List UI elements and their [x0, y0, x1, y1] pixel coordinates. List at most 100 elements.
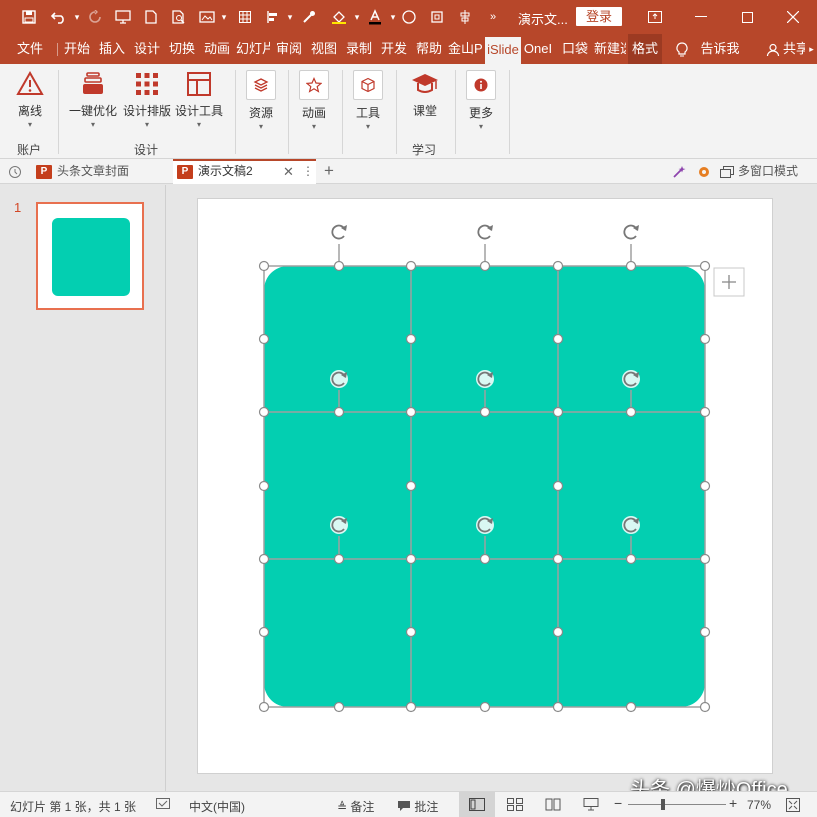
folder-dropdown-icon[interactable]: ▾: [213, 7, 235, 27]
grid-icon[interactable]: [234, 7, 256, 27]
slideshow-view-icon[interactable]: [583, 798, 599, 814]
tab-kingsoft[interactable]: 金山P: [448, 34, 482, 64]
present-icon[interactable]: [112, 7, 134, 27]
slide-sorter-icon[interactable]: [507, 798, 523, 814]
chevron-down-icon: ▾: [90, 120, 95, 129]
slide-thumbnail-pane: 1: [0, 185, 166, 791]
language-indicator[interactable]: 中文(中国): [189, 798, 245, 815]
tab-help[interactable]: 帮助: [413, 34, 445, 64]
ribbon-divider: [58, 70, 59, 154]
slide-canvas[interactable]: [197, 198, 773, 774]
tab-insert[interactable]: 插入: [96, 34, 128, 64]
zoom-level[interactable]: 77%: [747, 798, 771, 812]
zoom-slider-thumb[interactable]: [661, 799, 665, 810]
ribbon-tabs: 文件 开始 插入 设计 切换 动画 幻灯片 审阅 视图 录制 开发 帮助 金山P…: [0, 34, 817, 64]
document-tabs: P 头条文章封面 P 演示文稿2 ✕ ⋮ + 多窗口模式: [0, 159, 817, 184]
login-button[interactable]: 登录: [576, 7, 622, 26]
spellcheck-icon[interactable]: [156, 798, 170, 814]
ribbon-display-icon[interactable]: [640, 6, 670, 28]
tab-new-group[interactable]: 新建选: [594, 34, 626, 64]
share-button[interactable]: 共享: [783, 34, 805, 64]
more-commands-icon[interactable]: »: [482, 7, 504, 27]
save-icon[interactable]: [18, 7, 40, 27]
design-tools-label: 设计工具: [174, 104, 223, 118]
distribute-icon[interactable]: [454, 7, 476, 27]
tools-button[interactable]: 工具 ▾: [351, 70, 385, 131]
print-preview-icon[interactable]: [168, 7, 190, 27]
new-tab-icon[interactable]: +: [318, 159, 340, 184]
eyedropper-icon[interactable]: [298, 7, 320, 27]
one-click-optimize-button[interactable]: 一键优化 ▾: [66, 70, 120, 129]
status-bar: 幻灯片 第 1 张，共 1 张 中文(中国) ≜ 备注 批注 − + 77%: [0, 791, 817, 817]
tabs-scroll-right-icon[interactable]: ▸: [806, 34, 817, 64]
tell-me-search[interactable]: 告诉我: [696, 34, 744, 64]
resources-button[interactable]: 资源 ▾: [244, 70, 278, 131]
close-icon[interactable]: [778, 6, 808, 28]
tab-record[interactable]: 录制: [343, 34, 375, 64]
group-label-account: 账户: [17, 143, 42, 157]
group-label-learning: 学习: [412, 143, 437, 157]
windows-icon: [720, 165, 734, 178]
comments-label: 批注: [414, 800, 439, 814]
zoom-slider-track[interactable]: [628, 804, 726, 805]
tab-view[interactable]: 视图: [308, 34, 340, 64]
group-label-design: 设计: [134, 143, 159, 157]
tab-file[interactable]: 文件: [8, 34, 52, 64]
magic-wand-icon[interactable]: [666, 159, 692, 184]
multi-window-button[interactable]: 多窗口模式: [720, 159, 816, 184]
chevron-down-icon: ▾: [27, 120, 32, 129]
offline-button[interactable]: 离线 ▾: [10, 70, 50, 129]
settings-gear-icon[interactable]: [694, 159, 714, 184]
minimize-icon[interactable]: [686, 6, 716, 28]
tab-developer[interactable]: 开发: [378, 34, 410, 64]
tab-design[interactable]: 设计: [131, 34, 163, 64]
info-icon: [466, 70, 496, 100]
notes-label: 备注: [350, 800, 375, 814]
comments-button[interactable]: 批注: [397, 798, 438, 815]
ribbon-divider: [342, 70, 343, 154]
redo-icon[interactable]: [84, 7, 106, 27]
close-tab-icon[interactable]: ✕: [283, 161, 294, 182]
tab-onenote[interactable]: OneI: [522, 34, 554, 64]
zoom-out-button[interactable]: −: [614, 795, 622, 811]
ribbon-divider: [288, 70, 289, 154]
stack-icon: [246, 70, 276, 100]
circle-shape-icon[interactable]: [398, 7, 420, 27]
design-layout-label: 设计排版: [122, 104, 171, 118]
tab-format[interactable]: 格式: [628, 34, 662, 64]
tab-transitions[interactable]: 切换: [166, 34, 198, 64]
tab-animations[interactable]: 动画: [201, 34, 233, 64]
multi-window-label: 多窗口模式: [738, 164, 799, 178]
design-layout-button[interactable]: 设计排版 ▾: [122, 70, 172, 129]
tab-pocket[interactable]: 口袋: [559, 34, 591, 64]
zoom-in-button[interactable]: +: [729, 795, 737, 811]
person-icon[interactable]: [764, 34, 782, 64]
window-title: 演示文...: [518, 12, 568, 27]
design-tools-button[interactable]: 设计工具 ▾: [174, 70, 224, 129]
notes-button[interactable]: ≜ 备注: [337, 798, 374, 815]
lightbulb-icon[interactable]: [672, 34, 692, 64]
reading-view-icon[interactable]: [545, 798, 561, 814]
fit-to-window-icon[interactable]: [786, 798, 800, 815]
more-button[interactable]: 更多 ▾: [464, 70, 498, 131]
doc-tab-presentation2[interactable]: P 演示文稿2 ✕ ⋮: [173, 159, 316, 184]
tab-home[interactable]: 开始: [60, 34, 94, 64]
crop-frame-icon[interactable]: [426, 7, 448, 27]
tab-options-icon[interactable]: ⋮: [302, 161, 314, 182]
normal-view-icon: [469, 798, 485, 811]
new-file-icon[interactable]: [140, 7, 162, 27]
normal-view-button[interactable]: [459, 792, 495, 817]
tab-islide[interactable]: iSlide: [485, 37, 521, 64]
chevron-down-icon: ▾: [365, 122, 370, 131]
doc-tab-cover[interactable]: P 头条文章封面: [32, 159, 170, 184]
classroom-button[interactable]: 课堂: [406, 70, 444, 119]
layers-icon: [83, 72, 103, 94]
tab-review[interactable]: 审阅: [273, 34, 305, 64]
slide-thumbnail[interactable]: [36, 202, 144, 310]
animation-button[interactable]: 动画 ▾: [297, 70, 331, 131]
ribbon-divider: [235, 70, 236, 154]
tab-list-icon[interactable]: [4, 159, 26, 184]
maximize-icon[interactable]: [732, 6, 762, 28]
tab-divider: [57, 43, 58, 56]
tab-slideshow[interactable]: 幻灯片: [236, 34, 270, 64]
